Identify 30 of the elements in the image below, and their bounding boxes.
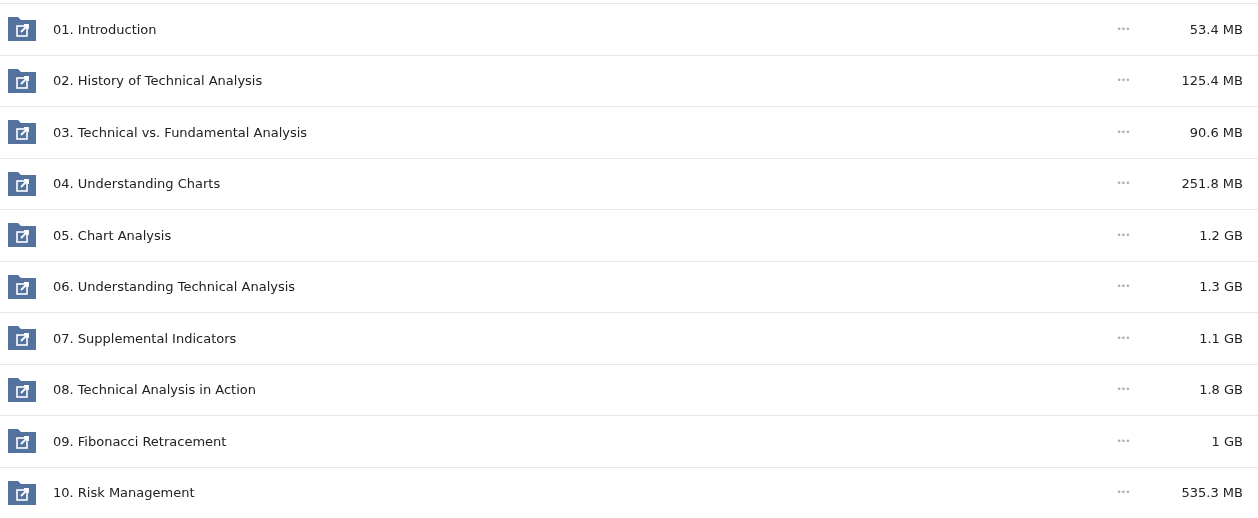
- shared-folder-icon[interactable]: [8, 120, 36, 145]
- file-size: 125.4 MB: [1180, 72, 1243, 90]
- shared-folder-icon[interactable]: [8, 171, 36, 196]
- folder-name[interactable]: 03. Technical vs. Fundamental Analysis: [53, 122, 308, 142]
- folder-name[interactable]: 01. Introduction: [53, 19, 157, 39]
- folder-name[interactable]: 09. Fibonacci Retracement: [53, 431, 227, 451]
- file-size: 90.6 MB: [1188, 123, 1243, 142]
- file-size: 1.3 GB: [1198, 278, 1243, 296]
- file-size: 1.2 GB: [1198, 226, 1243, 245]
- shared-folder-icon[interactable]: [8, 223, 36, 248]
- shared-folder-icon[interactable]: [8, 17, 36, 42]
- file-size: 535.3 MB: [1180, 484, 1243, 502]
- shared-folder-icon[interactable]: [8, 68, 36, 93]
- folder-name[interactable]: 04. Understanding Charts: [53, 174, 221, 194]
- folder-name[interactable]: 10. Risk Management: [53, 483, 195, 503]
- folder-name[interactable]: 08. Technical Analysis in Action: [53, 380, 257, 400]
- folder-name[interactable]: 07. Supplemental Indicators: [53, 328, 237, 348]
- file-size: 251.8 MB: [1180, 175, 1243, 193]
- shared-folder-icon[interactable]: [8, 326, 36, 351]
- file-size: 1.8 GB: [1198, 381, 1243, 399]
- file-size: 1.1 GB: [1198, 329, 1243, 348]
- folder-name[interactable]: 02. History of Technical Analysis: [53, 71, 263, 91]
- file-size: 53.4 MB: [1188, 20, 1243, 39]
- shared-folder-icon[interactable]: [8, 480, 36, 505]
- file-size: 1 GB: [1210, 432, 1243, 451]
- shared-folder-icon[interactable]: [8, 377, 36, 402]
- shared-folder-icon[interactable]: [8, 429, 36, 454]
- shared-folder-icon[interactable]: [8, 274, 36, 299]
- folder-name[interactable]: 06. Understanding Technical Analysis: [53, 277, 296, 297]
- folder-name[interactable]: 05. Chart Analysis: [53, 225, 172, 245]
